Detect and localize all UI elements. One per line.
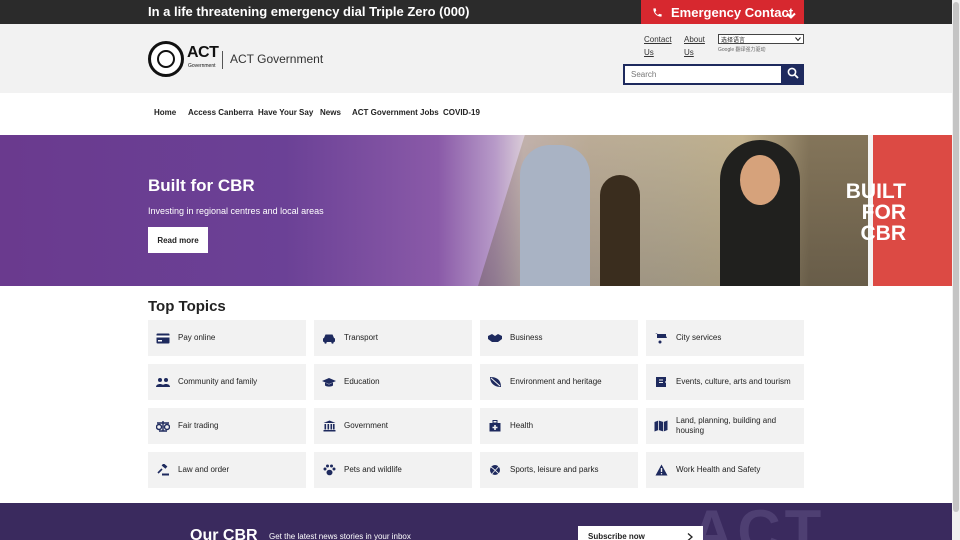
topic-city-services[interactable]: City services: [646, 320, 804, 356]
topic-community-and-family[interactable]: Community and family: [148, 364, 306, 400]
emergency-contact-button[interactable]: Emergency Contact: [641, 0, 804, 24]
main-nav: Home Access Canberra Have Your Say News …: [0, 93, 952, 135]
graduation-cap-icon: [322, 375, 336, 389]
topic-government[interactable]: Government: [314, 408, 472, 444]
topic-transport[interactable]: Transport: [314, 320, 472, 356]
topic-land-planning-building-housing[interactable]: Land, planning, building and housing: [646, 408, 804, 444]
chevron-right-icon: [687, 533, 693, 540]
nav-act-government-jobs[interactable]: ACT Government Jobs: [352, 108, 439, 117]
google-translate-credit[interactable]: Google 翻译强力驱动: [718, 46, 766, 53]
scrollbar-thumb[interactable]: [953, 2, 959, 512]
top-topics-heading: Top Topics: [148, 298, 226, 315]
read-more-button[interactable]: Read more: [148, 227, 208, 253]
building-columns-icon: [322, 419, 336, 433]
topic-work-health-and-safety[interactable]: Work Health and Safety: [646, 452, 804, 488]
handshake-icon: [488, 331, 502, 345]
topic-sports-leisure-parks[interactable]: Sports, leisure and parks: [480, 452, 638, 488]
chevron-down-icon: [786, 7, 796, 25]
newsletter-band: ACT Our CBR Get the latest news stories …: [0, 503, 952, 540]
topic-events-culture-arts-tourism[interactable]: Events, culture, arts and tourism: [646, 364, 804, 400]
paw-icon: [322, 463, 336, 477]
language-select[interactable]: 选择语言: [718, 34, 804, 44]
topic-law-and-order[interactable]: Law and order: [148, 452, 306, 488]
topic-business[interactable]: Business: [480, 320, 638, 356]
act-coat-of-arms-icon[interactable]: [148, 41, 184, 77]
topic-pets-and-wildlife[interactable]: Pets and wildlife: [314, 452, 472, 488]
hero-photo-face: [740, 155, 780, 205]
topic-education[interactable]: Education: [314, 364, 472, 400]
topic-environment-and-heritage[interactable]: Environment and heritage: [480, 364, 638, 400]
leaf-icon: [488, 375, 502, 389]
subscribe-now-button[interactable]: Subscribe now: [578, 526, 703, 540]
built-for-cbr-text: BUILT FOR CBR: [845, 180, 906, 245]
topic-pay-online[interactable]: Pay online: [148, 320, 306, 356]
topic-health[interactable]: Health: [480, 408, 638, 444]
site-title[interactable]: ACT Government: [230, 52, 323, 66]
medical-kit-icon: [488, 419, 502, 433]
emergency-message: In a life threatening emergency dial Tri…: [148, 4, 470, 19]
logo-subtext: Government: [188, 63, 216, 69]
nav-access-canberra[interactable]: Access Canberra: [188, 108, 253, 117]
ticket-icon: [654, 375, 668, 389]
nav-covid-19[interactable]: COVID-19: [443, 108, 480, 117]
topic-fair-trading[interactable]: Fair trading: [148, 408, 306, 444]
wheelbarrow-icon: [654, 331, 668, 345]
decorative-act-lettering: ACT: [690, 503, 826, 540]
emergency-contact-label: Emergency Contact: [671, 4, 794, 20]
gavel-icon: [156, 463, 170, 477]
search-button[interactable]: [782, 64, 804, 85]
nav-have-your-say[interactable]: Have Your Say: [258, 108, 313, 117]
newsletter-title: Our CBR: [190, 527, 258, 540]
hero-photo-person: [600, 175, 640, 286]
warning-icon: [654, 463, 668, 477]
chevron-down-icon: [795, 36, 801, 44]
hero-title: Built for CBR: [148, 176, 255, 195]
search-icon: [787, 66, 799, 84]
scales-icon: [156, 419, 170, 433]
hero-subtitle: Investing in regional centres and local …: [148, 206, 324, 216]
newsletter-subtitle: Get the latest news stories in your inbo…: [269, 532, 411, 540]
logo-text[interactable]: ACT: [187, 44, 219, 62]
credit-card-icon: [156, 331, 170, 345]
hero-banner: Built for CBR Investing in regional cent…: [0, 135, 952, 286]
emergency-bar: In a life threatening emergency dial Tri…: [0, 0, 952, 24]
ball-icon: [488, 463, 502, 477]
hero-photo-person: [520, 145, 590, 286]
nav-home[interactable]: Home: [154, 108, 176, 117]
contact-us-link[interactable]: Contact Us: [644, 33, 672, 59]
about-us-link[interactable]: About Us: [684, 33, 705, 59]
logo-divider: [222, 51, 223, 69]
search-input[interactable]: Search: [623, 64, 783, 85]
phone-icon: [647, 7, 667, 18]
people-icon: [156, 375, 170, 389]
map-icon: [654, 419, 668, 433]
site-header: ACT Government ACT Government Contact Us…: [0, 24, 952, 93]
nav-news[interactable]: News: [320, 108, 341, 117]
car-icon: [322, 331, 336, 345]
